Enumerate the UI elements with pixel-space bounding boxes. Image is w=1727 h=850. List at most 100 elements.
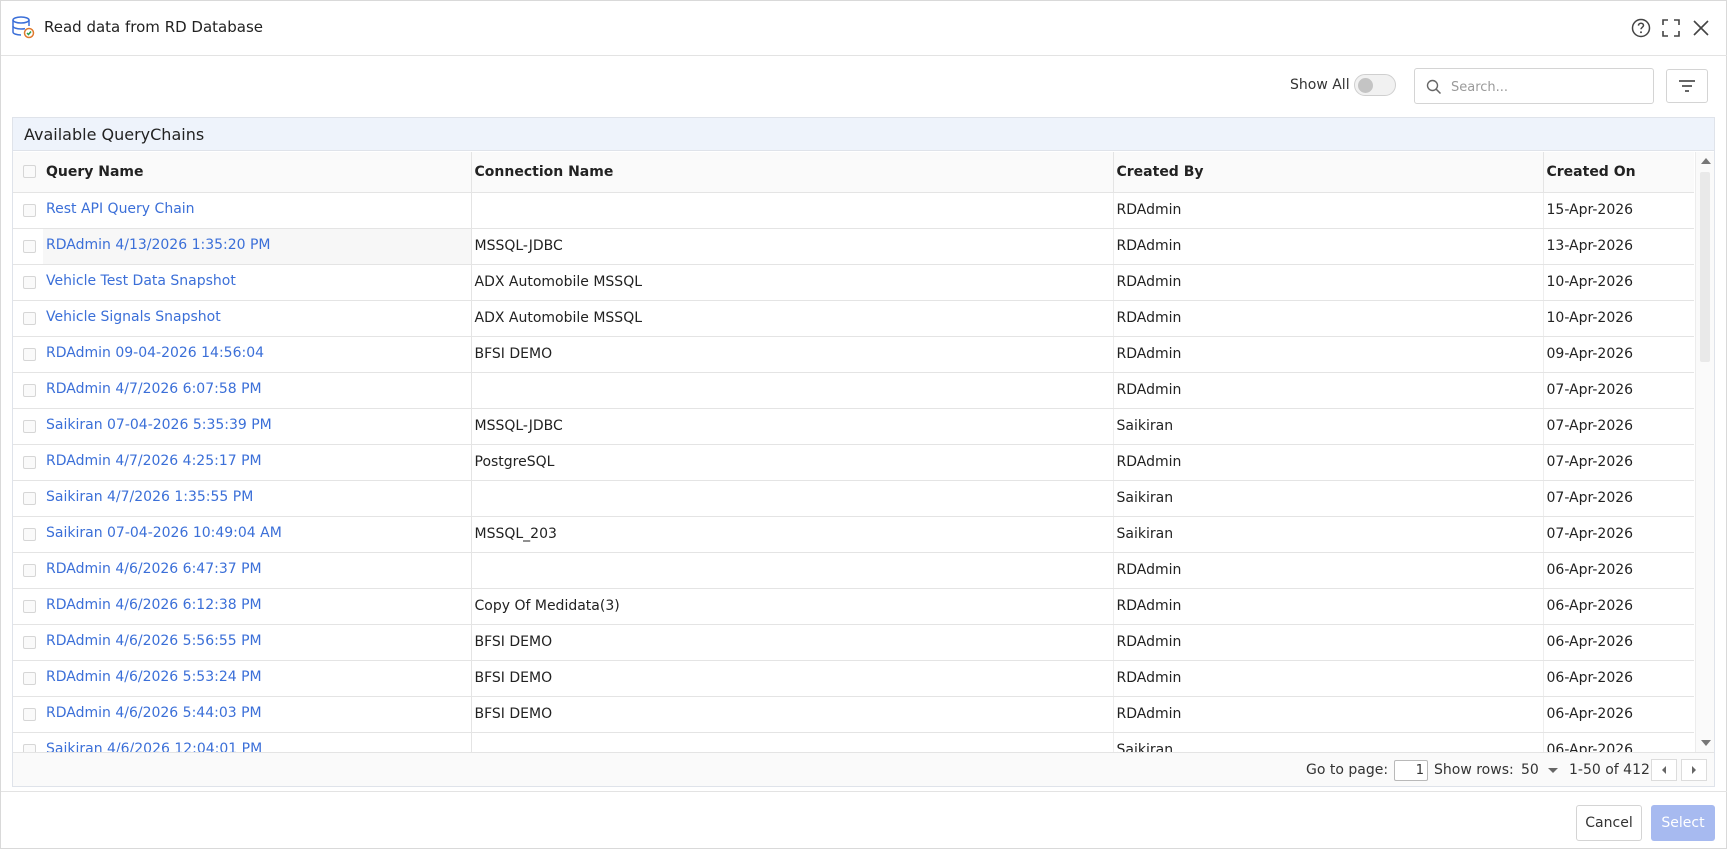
pagination-bar: Go to page: 1 Show rows: 50 1-50 of 412 [13, 752, 1714, 786]
expand-button[interactable] [1659, 16, 1683, 40]
scroll-up-icon[interactable] [1701, 158, 1711, 164]
row-checkbox[interactable] [23, 311, 36, 325]
query-name-link[interactable]: RDAdmin 4/6/2026 5:53:24 PM [43, 660, 472, 697]
row-checkbox[interactable] [23, 527, 36, 541]
table-row[interactable]: Rest API Query Chain RDAdmin 15-Apr-2026 [13, 192, 1694, 229]
page-number-input[interactable]: 1 [1394, 760, 1428, 781]
show-rows-label: Show rows: [1434, 762, 1514, 778]
table-row[interactable]: Vehicle Test Data Snapshot ADX Automobile… [13, 264, 1694, 301]
created-on-cell: 09-Apr-2026 [1543, 336, 1694, 373]
table-row[interactable]: RDAdmin 09-04-2026 14:56:04 BFSI DEMO RDAd… [13, 336, 1694, 373]
close-button[interactable] [1689, 16, 1713, 40]
help-button[interactable] [1629, 16, 1653, 40]
query-name-link[interactable]: RDAdmin 4/6/2026 5:56:55 PM [43, 624, 472, 661]
query-name-link[interactable]: RDAdmin 4/6/2026 6:47:37 PM [43, 552, 472, 589]
select-all-cell [13, 152, 43, 193]
created-on-cell: 10-Apr-2026 [1543, 264, 1694, 301]
search-input[interactable] [1451, 77, 1647, 97]
query-name-link[interactable]: Saikiran 07-04-2026 5:35:39 PM [43, 408, 472, 445]
query-name-link[interactable]: RDAdmin 4/13/2026 1:35:20 PM [43, 228, 472, 265]
row-checkbox-cell [13, 552, 43, 589]
table-row[interactable]: RDAdmin 4/6/2026 5:53:24 PM BFSI DEMO RDAd… [13, 660, 1694, 697]
toolbar: Show All [1, 57, 1727, 115]
connection-name-cell: PostgreSQL [471, 444, 1114, 481]
row-checkbox[interactable] [23, 671, 36, 685]
prev-page-button[interactable] [1651, 759, 1677, 781]
query-name-link[interactable]: Rest API Query Chain [43, 192, 472, 229]
row-checkbox[interactable] [23, 383, 36, 397]
table-row[interactable]: Vehicle Signals Snapshot ADX Automobile M… [13, 300, 1694, 337]
query-name-link[interactable]: Vehicle Signals Snapshot [43, 300, 472, 337]
rows-per-page-select[interactable]: 50 [1518, 760, 1560, 781]
query-name-link[interactable]: Saikiran 07-04-2026 10:49:04 AM [43, 516, 472, 553]
filter-icon [1679, 80, 1695, 92]
table-row[interactable]: RDAdmin 4/7/2026 4:25:17 PM PostgreSQL RDA… [13, 444, 1694, 481]
query-name-link[interactable]: RDAdmin 4/7/2026 6:07:58 PM [43, 372, 472, 409]
filter-button[interactable] [1666, 69, 1708, 103]
row-checkbox[interactable] [23, 563, 36, 577]
column-header-connection-name[interactable]: Connection Name [471, 152, 1114, 193]
column-header-created-on[interactable]: Created On [1543, 152, 1694, 193]
connection-name-cell: BFSI DEMO [471, 660, 1114, 697]
next-page-button[interactable] [1681, 759, 1707, 781]
query-name-link[interactable]: RDAdmin 4/6/2026 6:12:38 PM [43, 588, 472, 625]
connection-name-cell: BFSI DEMO [471, 336, 1114, 373]
vertical-scrollbar[interactable] [1695, 152, 1714, 752]
column-header-created-by[interactable]: Created By [1113, 152, 1544, 193]
row-checkbox[interactable] [23, 275, 36, 289]
table-row[interactable]: RDAdmin 4/13/2026 1:35:20 PM MSSQL-JDBC RD… [13, 228, 1694, 265]
chevron-down-icon [1548, 768, 1558, 773]
table-row[interactable]: RDAdmin 4/7/2026 6:07:58 PM RDAdmin 07-Apr… [13, 372, 1694, 409]
table-row[interactable]: Saikiran 07-04-2026 5:35:39 PM MSSQL-JDBC… [13, 408, 1694, 445]
cancel-button[interactable]: Cancel [1576, 805, 1642, 841]
row-checkbox-cell [13, 624, 43, 661]
row-checkbox-cell [13, 444, 43, 481]
search-box[interactable] [1414, 68, 1654, 104]
select-button[interactable]: Select [1651, 805, 1715, 841]
table-row[interactable]: Saikiran 4/7/2026 1:35:55 PM Saikiran 07-A… [13, 480, 1694, 517]
query-name-link[interactable]: RDAdmin 09-04-2026 14:56:04 [43, 336, 472, 373]
column-header-query-name[interactable]: Query Name [43, 152, 472, 193]
show-all-label: Show All [1290, 77, 1350, 93]
created-by-cell: RDAdmin [1113, 696, 1544, 733]
row-checkbox[interactable] [23, 635, 36, 649]
table-row[interactable]: Saikiran 4/6/2026 12:04:01 PM Saikiran 06-… [13, 732, 1694, 752]
row-checkbox[interactable] [23, 599, 36, 613]
show-all-toggle[interactable] [1354, 74, 1396, 96]
query-name-link[interactable]: RDAdmin 4/6/2026 5:44:03 PM [43, 696, 472, 733]
table-row[interactable]: RDAdmin 4/6/2026 5:56:55 PM BFSI DEMO RDAd… [13, 624, 1694, 661]
row-checkbox[interactable] [23, 347, 36, 361]
query-name-link[interactable]: Saikiran 4/6/2026 12:04:01 PM [43, 732, 472, 752]
created-on-cell: 06-Apr-2026 [1543, 696, 1694, 733]
table-container: Query Name Connection Name Created By Cr… [13, 152, 1694, 752]
row-checkbox[interactable] [23, 707, 36, 721]
table-row[interactable]: RDAdmin 4/6/2026 6:47:37 PM RDAdmin 06-Apr… [13, 552, 1694, 589]
created-on-cell: 07-Apr-2026 [1543, 408, 1694, 445]
query-name-link[interactable]: RDAdmin 4/7/2026 4:25:17 PM [43, 444, 472, 481]
created-by-cell: Saikiran [1113, 408, 1544, 445]
search-icon [1426, 79, 1442, 95]
dialog-header: Read data from RD Database [1, 1, 1727, 56]
scroll-down-icon[interactable] [1701, 740, 1711, 746]
table-row[interactable]: Saikiran 07-04-2026 10:49:04 AM MSSQL_203… [13, 516, 1694, 553]
query-name-link[interactable]: Vehicle Test Data Snapshot [43, 264, 472, 301]
created-on-cell: 06-Apr-2026 [1543, 732, 1694, 752]
row-checkbox[interactable] [23, 419, 36, 433]
row-checkbox[interactable] [23, 239, 36, 253]
row-checkbox[interactable] [23, 203, 36, 217]
scrollbar-thumb[interactable] [1700, 172, 1710, 362]
query-name-link[interactable]: Saikiran 4/7/2026 1:35:55 PM [43, 480, 472, 517]
table-header-row: Query Name Connection Name Created By Cr… [13, 152, 1694, 193]
row-checkbox[interactable] [23, 491, 36, 505]
row-checkbox[interactable] [23, 455, 36, 469]
select-all-checkbox[interactable] [23, 165, 36, 179]
page-range-text: 1-50 of 412 [1569, 762, 1650, 778]
connection-name-cell [471, 732, 1114, 752]
created-by-cell: RDAdmin [1113, 660, 1544, 697]
created-on-cell: 07-Apr-2026 [1543, 372, 1694, 409]
querychains-panel: Available QueryChains Query Name Connect… [12, 117, 1715, 787]
table-row[interactable]: RDAdmin 4/6/2026 5:44:03 PM BFSI DEMO RDAd… [13, 696, 1694, 733]
connection-name-cell [471, 372, 1114, 409]
row-checkbox[interactable] [23, 743, 36, 752]
table-row[interactable]: RDAdmin 4/6/2026 6:12:38 PM Copy Of Medid… [13, 588, 1694, 625]
